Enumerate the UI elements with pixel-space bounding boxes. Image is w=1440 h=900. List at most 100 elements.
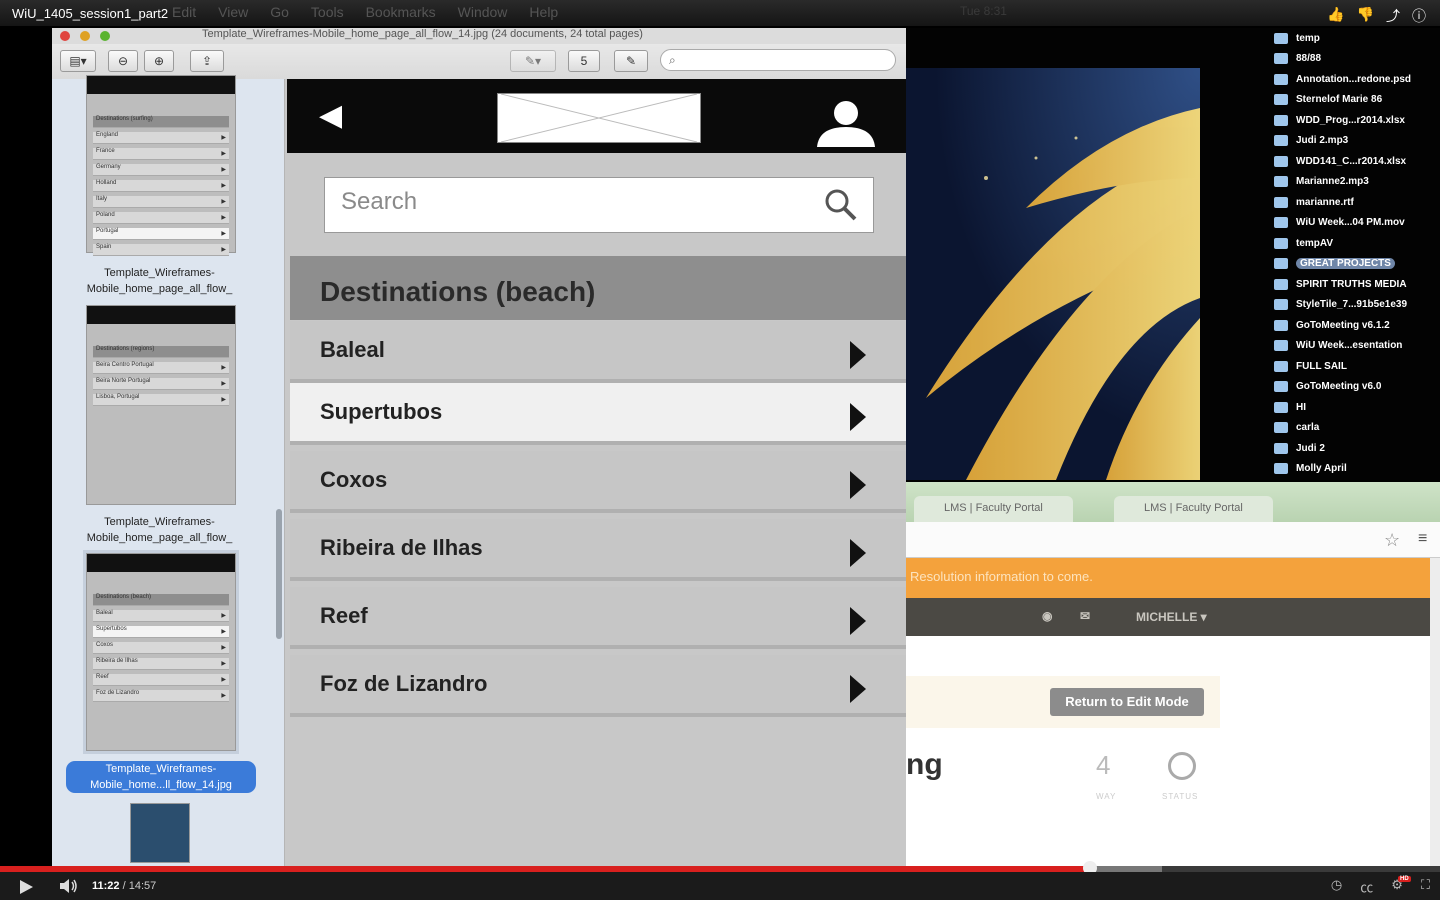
chevron-right-icon: ▶ [221, 397, 226, 403]
section-title: Destinations (beach) [320, 276, 596, 307]
zoom-window-button[interactable] [100, 31, 110, 41]
thumbnail-row: Beira Centro Portugal ▶ [93, 362, 229, 374]
file-name: WDD_Prog...r2014.xlsx [1296, 114, 1405, 126]
view-menu-button[interactable]: ▤▾ [60, 50, 96, 72]
watch-later-icon[interactable]: ◷ [1331, 877, 1342, 896]
page-thumbnail-selected[interactable]: Destinations (beach) Baleal ▶ Supertubos ▶ Co… [83, 550, 239, 754]
user-menu[interactable]: MICHELLE ▾ [1136, 610, 1207, 624]
desktop-file-item[interactable]: Marianne2.mp3 [1274, 172, 1440, 193]
like-icon[interactable]: 👍 [1327, 6, 1344, 26]
desktop-file-item[interactable]: HI [1274, 397, 1440, 418]
destination-label: Ribeira de Ilhas [320, 535, 483, 560]
chevron-right-icon: ▶ [221, 199, 226, 205]
volume-icon[interactable] [60, 879, 78, 893]
dislike-icon[interactable]: 👎 [1357, 6, 1374, 26]
play-icon[interactable] [20, 880, 33, 894]
minimize-window-button[interactable] [80, 31, 90, 41]
total-time: 14:57 [128, 880, 157, 892]
markup-button[interactable]: ✎▾ [510, 50, 556, 72]
desktop-file-item[interactable]: GoToMeeting v6.0 [1274, 377, 1440, 398]
browser-tab[interactable]: LMS | Faculty Portal [1114, 496, 1273, 522]
thumbnail-row: Poland ▶ [93, 212, 229, 224]
desktop-file-item[interactable]: SPIRIT TRUTHS MEDIA [1274, 274, 1440, 295]
address-bar[interactable]: ☆ ≡ [906, 522, 1440, 558]
desktop-file-item[interactable]: WDD_Prog...r2014.xlsx [1274, 110, 1440, 131]
user-profile-icon[interactable] [815, 97, 877, 147]
desktop-file-item[interactable]: WiU Week...04 PM.mov [1274, 213, 1440, 234]
menubar-item[interactable]: Go [270, 4, 289, 20]
browser-scrollbar[interactable] [1430, 558, 1440, 866]
edit-button[interactable]: ✎ [614, 50, 648, 72]
destination-list-item[interactable]: Supertubos [290, 383, 906, 445]
file-name: WiU Week...esentation [1296, 340, 1403, 352]
menubar-item[interactable]: Tools [311, 4, 344, 20]
page-field[interactable]: 5 [568, 50, 600, 72]
desktop-file-item[interactable]: FULL SAIL [1274, 356, 1440, 377]
browser-tab[interactable]: LMS | Faculty Portal [914, 496, 1073, 522]
zoom-out-button[interactable]: ⊖ [108, 50, 138, 72]
back-arrow-icon[interactable]: ◀ [319, 101, 342, 131]
sidebar-scrollbar[interactable] [276, 509, 282, 639]
folder-icon [1274, 217, 1288, 229]
zoom-in-button[interactable]: ⊕ [144, 50, 174, 72]
chevron-right-icon: ▶ [221, 135, 226, 141]
file-name: GREAT PROJECTS [1296, 258, 1395, 270]
globe-icon[interactable]: ◉ [1042, 609, 1052, 623]
desktop-file-item[interactable]: 88/88 [1274, 49, 1440, 70]
destination-list-item[interactable]: Coxos [290, 451, 906, 513]
destination-list-item[interactable]: Foz de Lizandro [290, 655, 906, 717]
chevron-right-icon: ▶ [221, 215, 226, 221]
menubar-item[interactable]: Window [458, 4, 508, 20]
destination-label: Baleal [320, 337, 385, 362]
folder-icon [1274, 381, 1288, 393]
page-thumbnail[interactable]: Destinations (surfing) England ▶ France ▶ Ger… [86, 75, 236, 256]
desktop-file-item[interactable]: GREAT PROJECTS [1274, 254, 1440, 275]
menubar-item[interactable]: Bookmarks [366, 4, 436, 20]
info-icon[interactable]: ⓘ [1412, 6, 1426, 26]
desktop-file-item[interactable]: carla [1274, 418, 1440, 439]
return-to-edit-mode-button[interactable]: Return to Edit Mode [1050, 688, 1204, 716]
file-name: Marianne2.mp3 [1296, 176, 1369, 188]
desktop-file-item[interactable]: GoToMeeting v6.1.2 [1274, 315, 1440, 336]
page-thumbnail[interactable]: Destinations (regions) Beira Centro Portu… [86, 305, 236, 505]
destination-list-item[interactable]: Reef [290, 587, 906, 649]
desktop-file-item[interactable]: tempAV [1274, 233, 1440, 254]
desktop-file-item[interactable]: Annotation...redone.psd [1274, 69, 1440, 90]
desktop-file-item[interactable]: StyleTile_7...91b5e1e39 [1274, 295, 1440, 316]
thumbnail-row-label: France [96, 148, 115, 154]
thumbnail-row: Portugal ▶ [93, 228, 229, 240]
fullscreen-icon[interactable]: ⛶ [1421, 877, 1430, 896]
mail-icon[interactable]: ✉ [1080, 609, 1090, 623]
desktop-file-item[interactable]: Sternelof Marie 86 [1274, 90, 1440, 111]
menubar-item[interactable]: Help [529, 4, 558, 20]
search-icon[interactable] [823, 187, 859, 223]
destination-list-item[interactable]: Baleal [290, 321, 906, 383]
file-name: carla [1296, 422, 1320, 434]
desktop-file-item[interactable]: Molly April [1274, 459, 1440, 480]
close-window-button[interactable] [60, 31, 70, 41]
share-button[interactable]: ⇪ [190, 50, 224, 72]
desktop-file-item[interactable]: Judi 2.mp3 [1274, 131, 1440, 152]
destination-list-item[interactable]: Ribeira de Ilhas [290, 519, 906, 581]
search-input[interactable]: Search [324, 177, 874, 233]
desktop-file-item[interactable]: WDD141_C...r2014.xlsx [1274, 151, 1440, 172]
captions-icon[interactable]: ㏄ [1360, 877, 1373, 896]
thumbnail-section: Destinations (regions) [93, 346, 229, 358]
desktop-file-item[interactable]: temp [1274, 28, 1440, 49]
thumbnail-row: France ▶ [93, 148, 229, 160]
share-icon[interactable]: ⤴ [1386, 6, 1400, 26]
video-title: WiU_1405_session1_part2 [12, 6, 169, 21]
status-label: STATUS [1162, 792, 1199, 801]
chevron-right-icon: ▶ [221, 231, 226, 237]
preview-search-input[interactable]: ⌕ [660, 49, 896, 71]
menubar-item[interactable]: View [218, 4, 248, 20]
menubar-item[interactable]: Edit [172, 4, 196, 20]
page-thumbnail-photo[interactable] [130, 803, 190, 863]
bookmark-star-icon[interactable]: ☆ [1384, 530, 1400, 551]
desktop-file-item[interactable]: WiU Week...esentation [1274, 336, 1440, 357]
desktop-file-item[interactable]: marianne.rtf [1274, 192, 1440, 213]
menu-icon[interactable]: ≡ [1418, 530, 1427, 548]
thumbnail-sidebar[interactable]: Destinations (surfing) England ▶ France ▶ Ger… [52, 75, 285, 866]
desktop-file-item[interactable]: Judi 2 [1274, 438, 1440, 459]
folder-icon [1274, 176, 1288, 188]
